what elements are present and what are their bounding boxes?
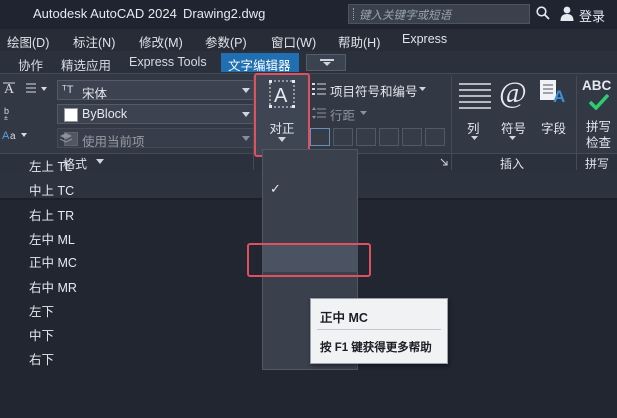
chevron-down-icon [471,136,478,140]
menu-modify[interactable]: 修改(M) [139,32,183,51]
document-title: Drawing2.dwg [183,6,266,21]
menu-help[interactable]: 帮助(H) [338,32,380,51]
chevron-down-icon [96,159,104,164]
title-bar: Autodesk AutoCAD 2024 Drawing2.dwg 键入关键字… [0,0,617,29]
text-height-icon[interactable]: A [2,80,18,96]
tooltip-help: 按 F1 键获得更多帮助 [320,342,432,354]
tooltip-divider [317,329,441,330]
app-title: Autodesk AutoCAD 2024 [33,6,177,21]
menu-draw[interactable]: 绘图(D) [7,32,49,51]
bullets-numbering-button[interactable]: 项目符号和编号 [330,81,418,100]
dropdown-item-bc[interactable]: 中下 [29,325,54,344]
color-select[interactable]: ByBlock [57,104,256,124]
login-button[interactable]: 登录 [579,6,605,25]
tooltip-title: 正中 MC [320,311,368,325]
annotation-highlight-box [254,73,310,157]
tab-text-editor[interactable]: 文字编辑器 [221,53,299,73]
truetype-icon: ᵀT [62,84,74,96]
panel-title-insert: 插入 [500,157,525,171]
font-select[interactable]: ᵀT 宋体 [57,80,256,101]
background-select[interactable]: 使用当前项 [57,128,256,149]
search-separator [353,8,356,20]
tab-express-tools[interactable]: Express Tools [129,55,207,69]
align-right-button[interactable] [356,128,376,146]
background-value: 使用当前项 [82,135,145,149]
tab-collaborate[interactable]: 协作 [18,55,43,74]
line-spacing-icon[interactable] [24,82,50,96]
panel-separator [576,76,577,170]
user-icon[interactable] [560,6,574,21]
menu-express[interactable]: Express [402,32,447,46]
case-icon[interactable]: A a [2,128,28,142]
columns-icon [459,83,491,109]
bullet-list-icon[interactable] [312,82,326,96]
menu-dimension[interactable]: 标注(N) [73,32,115,51]
align-center-button[interactable] [333,128,353,146]
at-symbol-icon: @ [499,76,527,109]
ribbon-toggle-button[interactable] [306,54,346,71]
dropdown-item-tr[interactable]: 右上 TR [29,205,74,224]
menu-parametric[interactable]: 参数(P) [205,32,247,51]
chevron-down-icon [509,136,516,140]
check-icon [589,94,609,110]
dropdown-item-bl[interactable]: 左下 [29,301,54,320]
paragraph-settings-button[interactable] [425,128,445,146]
svg-text:a: a [10,131,16,142]
chevron-down-icon [360,111,367,115]
font-value: 宋体 [82,87,108,101]
menu-window[interactable]: 窗口(W) [271,32,316,51]
line-spacing-button[interactable]: 行距 [330,105,355,124]
search-icon[interactable] [536,6,550,20]
spell-check-label-2[interactable]: 检查 [586,132,611,151]
svg-text:±: ± [4,115,8,120]
svg-text:A: A [553,87,565,106]
tab-text-editor-label: 文字编辑器 [228,59,291,73]
svg-text:A: A [2,130,10,142]
chevron-down-icon [242,136,250,141]
columns-button[interactable]: 列 [467,118,480,137]
chevron-down-icon [242,88,250,93]
dropdown-item-mr[interactable]: 右中 MR [29,277,77,296]
field-button[interactable]: 字段 [541,118,566,137]
align-distribute-button[interactable] [402,128,422,146]
dropdown-item-tl[interactable]: 左上 TL [29,156,72,175]
oblique-icon[interactable]: b ± [3,104,15,120]
dropdown-arrow-icon [320,59,334,66]
dropdown-item-br[interactable]: 右下 [29,349,54,368]
align-left-button[interactable] [310,128,330,146]
layers-icon [59,133,73,143]
tab-featured-apps[interactable]: 精选应用 [61,55,111,74]
symbol-button[interactable]: 符号 [501,118,526,137]
dropdown-item-ml[interactable]: 左中 ML [29,229,75,248]
svg-text:A: A [4,82,15,96]
chevron-down-icon [419,87,426,91]
menu-bar: 绘图(D) 标注(N) 修改(M) 参数(P) 窗口(W) 帮助(H) Expr… [0,29,617,51]
search-placeholder: 键入关键字或短语 [359,10,451,22]
align-justify-button[interactable] [379,128,399,146]
panel-launcher-icon[interactable] [440,158,448,166]
annotation-highlight-box [247,243,371,277]
check-icon: ✓ [270,181,281,196]
color-value: ByBlock [82,107,128,121]
dropdown-item-mc[interactable]: 正中 MC [29,252,77,271]
dropdown-item-tc[interactable]: 中上 TC [29,180,74,199]
tooltip: 正中 MC 按 F1 键获得更多帮助 [310,298,448,364]
search-input[interactable]: 键入关键字或短语 [348,4,530,24]
abc-icon: ABC [582,78,612,93]
color-swatch [64,108,78,122]
panel-separator [451,76,452,170]
field-icon: A [540,80,565,106]
line-spacing-icon[interactable] [312,106,326,120]
chevron-down-icon [242,112,250,117]
